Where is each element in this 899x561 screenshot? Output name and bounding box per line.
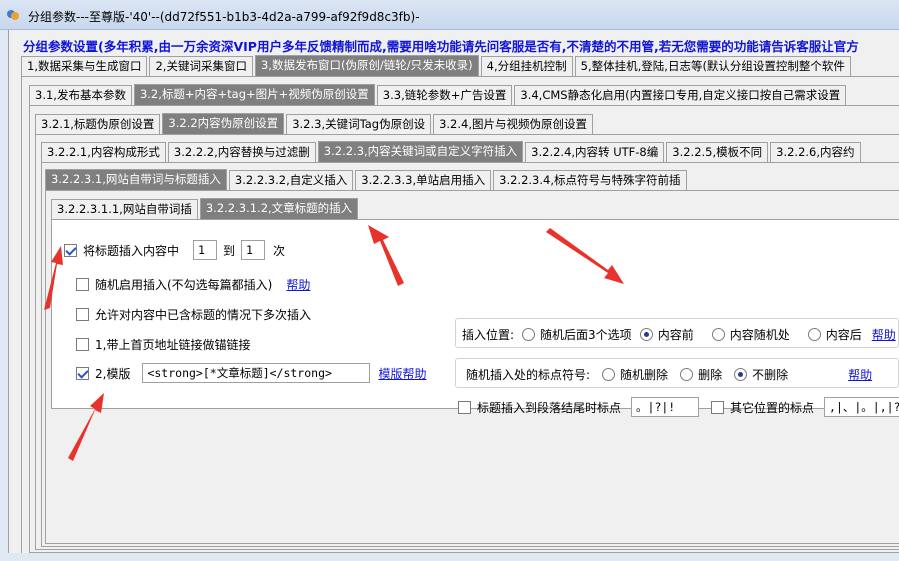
position-radio-before[interactable]: [639, 328, 653, 341]
tab-content-replace[interactable]: 3.2.2.2,内容替换与过滤删: [167, 142, 316, 162]
position-option-after: 内容后: [825, 328, 862, 342]
tab-cms-static[interactable]: 3.4,CMS静态化启用(内置接口专用,自定义接口按自己需求设置: [514, 85, 847, 105]
random-insert-label: 随机启用插入(不勾选每篇都插入): [95, 278, 273, 292]
tab-global-settings[interactable]: 5,整体挂机,登陆,日志等(默认分组设置控制整个软件: [574, 56, 851, 76]
tab-single-site-insert[interactable]: 3.2.2.3.3,单站启用插入: [355, 170, 492, 190]
tab-keyword-collection[interactable]: 2,关键词采集窗口: [149, 56, 253, 76]
tabs-level4: 3.2.2.1,内容构成形式 3.2.2.2,内容替换与过滤删 3.2.2.3,…: [41, 140, 863, 162]
position-option-random: 随机后面3个选项: [540, 328, 632, 342]
tab-title-spin[interactable]: 3.2.1,标题伪原创设置: [35, 114, 161, 134]
tab-template-diff[interactable]: 3.2.2.5,模板不同: [666, 142, 769, 162]
punct-option-keep: 不删除: [752, 368, 789, 382]
tabs-level5: 3.2.2.3.1,网站自带词与标题插入 3.2.2.3.2,自定义插入 3.2…: [45, 168, 689, 190]
tab-utf8[interactable]: 3.2.2.4,内容转 UTF-8编: [525, 142, 665, 162]
template-help-link[interactable]: 模版帮助: [378, 365, 426, 382]
tab-content-other[interactable]: 3.2.2.6,内容约: [770, 142, 861, 162]
to-label: 到: [223, 243, 236, 258]
tabs-level3: 3.2.1,标题伪原创设置 3.2.2内容伪原创设置 3.2.3,关键词Tag伪…: [35, 112, 595, 134]
position-radio-random[interactable]: [522, 328, 536, 341]
other-pos-input[interactable]: ,|、|。|,|?: [824, 397, 899, 417]
random-insert-help-link[interactable]: 帮助: [286, 276, 310, 293]
random-insert-row: 随机启用插入(不勾选每篇都插入) 帮助: [76, 276, 310, 293]
client-area: 分组参数设置(多年积累,由一万余资深VIP用户多年反馈精制而成,需要用啥功能请先…: [8, 30, 899, 561]
position-label: 插入位置:: [462, 328, 515, 342]
allow-multi-label: 允许对内容中已含标题的情况下多次插入: [95, 308, 312, 322]
tab-data-collection[interactable]: 1,数据采集与生成窗口: [21, 56, 148, 76]
tab-punct-insert[interactable]: 3.2.2.3.4,标点符号与特殊字符前插: [493, 170, 687, 190]
tabs-level6: 3.2.2.3.1.1,网站自带词插 3.2.2.3.1.2,文章标题的插入: [51, 197, 360, 219]
homepage-anchor-checkbox[interactable]: [76, 338, 89, 351]
other-pos-label: 其它位置的标点: [730, 400, 815, 415]
status-strip: [0, 553, 899, 561]
tab-site-words-title[interactable]: 3.2.2.3.1,网站自带词与标题插入: [45, 169, 227, 190]
position-radio-after[interactable]: [807, 328, 821, 341]
tab-site-words[interactable]: 3.2.2.3.1.1,网站自带词插: [51, 199, 198, 219]
tab-spin-settings[interactable]: 3.2,标题+内容+tag+图片+视频伪原创设置: [133, 84, 375, 105]
tabs-level2: 3.1,发布基本参数 3.2,标题+内容+tag+图片+视频伪原创设置 3.3,…: [29, 83, 848, 105]
tab-data-publish[interactable]: 3,数据发布窗口(伪原创/链轮/只发未收录): [254, 55, 479, 76]
window-title: 分组参数---至尊版-'40'--(dd72f551-b1b3-4d2a-a79…: [28, 10, 420, 24]
template-label: 2,模版: [95, 366, 131, 381]
position-radio-random-place[interactable]: [711, 328, 725, 341]
homepage-anchor-label: 1,带上首页地址链接做锚链接: [95, 338, 251, 352]
punct-group: 随机插入处的标点符号: 随机删除 删除 不删除 帮助: [455, 358, 899, 388]
tab-content-spin[interactable]: 3.2.2内容伪原创设置: [162, 113, 285, 134]
insert-title-row: 将标题插入内容中 1 到 1 次: [64, 240, 285, 260]
insert-title-label: 将标题插入内容中: [83, 243, 180, 258]
tab-publish-basic[interactable]: 3.1,发布基本参数: [29, 85, 132, 105]
homepage-anchor-row: 1,带上首页地址链接做锚链接: [76, 336, 250, 353]
para-end-row: 标题插入到段落结尾时标点 。|?|! 其它位置的标点 ,|、|。|,|?: [458, 397, 899, 417]
other-pos-checkbox[interactable]: [711, 400, 725, 414]
punct-radio-delete[interactable]: [680, 368, 694, 381]
tab-tag-spin[interactable]: 3.2.3,关键词Tag伪原创设: [286, 114, 432, 134]
template-row: 2,模版 <strong>[*文章标题]</strong> 模版帮助: [76, 363, 426, 383]
punct-option-random-delete: 随机删除: [620, 368, 669, 382]
insert-title-checkbox[interactable]: [64, 243, 77, 257]
position-group: 插入位置: 随机后面3个选项 内容前 内容随机处 内容后 帮助: [455, 318, 899, 348]
tab-custom-insert[interactable]: 3.2.2.3.2,自定义插入: [228, 170, 354, 190]
punct-label: 随机插入处的标点符号:: [466, 368, 591, 382]
template-checkbox[interactable]: [76, 366, 89, 380]
tab-link-wheel[interactable]: 3.3,链轮参数+广告设置: [376, 85, 513, 105]
template-input[interactable]: <strong>[*文章标题]</strong>: [142, 363, 371, 383]
allow-multi-checkbox[interactable]: [76, 308, 89, 321]
position-help-link[interactable]: 帮助: [872, 326, 896, 343]
punct-help-link[interactable]: 帮助: [848, 366, 872, 383]
tab-content-structure[interactable]: 3.2.2.1,内容构成形式: [41, 142, 166, 162]
position-option-before: 内容前: [657, 328, 694, 342]
punct-option-delete: 删除: [698, 368, 723, 382]
para-end-checkbox[interactable]: [458, 400, 471, 414]
random-insert-checkbox[interactable]: [76, 278, 89, 291]
punct-radio-keep[interactable]: [734, 368, 748, 381]
para-end-input[interactable]: 。|?|!: [631, 397, 700, 417]
tab-article-title-insert[interactable]: 3.2.2.3.1.2,文章标题的插入: [199, 198, 359, 219]
para-end-label: 标题插入到段落结尾时标点: [477, 400, 622, 415]
tab-group-control[interactable]: 4,分组挂机控制: [480, 56, 573, 76]
insert-to-input[interactable]: 1: [241, 240, 266, 260]
punct-radio-random-delete[interactable]: [602, 368, 616, 381]
tab-content-insert[interactable]: 3.2.2.3,内容关键词或自定义字符插入: [317, 141, 524, 162]
notice-text: 分组参数设置(多年积累,由一万余资深VIP用户多年反馈精制而成,需要用啥功能请先…: [23, 39, 859, 54]
allow-multi-row: 允许对内容中已含标题的情况下多次插入: [76, 306, 311, 323]
position-option-random-place: 内容随机处: [729, 328, 790, 342]
insert-from-input[interactable]: 1: [193, 240, 218, 260]
app-icon: [7, 10, 19, 20]
window-titlebar: 分组参数---至尊版-'40'--(dd72f551-b1b3-4d2a-a79…: [0, 0, 899, 30]
panel-title-insert: 将标题插入内容中 1 到 1 次 随机启用插入(不勾选每篇都插入) 帮助 允许对…: [51, 219, 899, 417]
tab-media-spin[interactable]: 3.2.4,图片与视频伪原创设置: [433, 114, 593, 134]
tabs-level1: 1,数据采集与生成窗口 2,关键词采集窗口 3,数据发布窗口(伪原创/链轮/只发…: [21, 54, 853, 76]
times-label: 次: [273, 243, 286, 258]
